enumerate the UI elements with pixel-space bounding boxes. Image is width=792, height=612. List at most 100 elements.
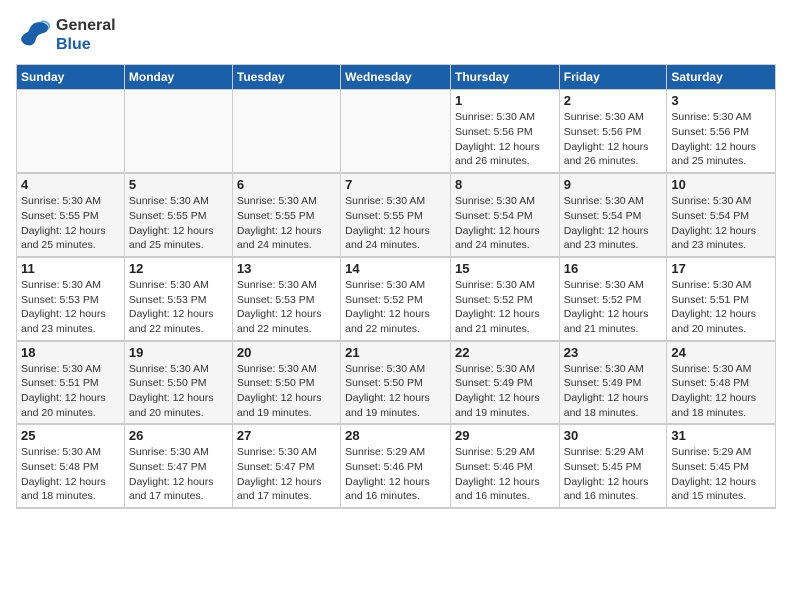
calendar-cell: 31 Sunrise: 5:29 AM Sunset: 5:45 PM Dayli… <box>667 424 776 508</box>
calendar-cell: 14 Sunrise: 5:30 AM Sunset: 5:52 PM Dayli… <box>341 257 451 341</box>
day-info: Sunrise: 5:30 AM Sunset: 5:54 PM Dayligh… <box>564 194 663 253</box>
calendar-cell <box>341 90 451 173</box>
calendar-cell: 2 Sunrise: 5:30 AM Sunset: 5:56 PM Daylig… <box>559 90 667 173</box>
calendar-cell <box>17 90 125 173</box>
day-number: 16 <box>564 261 663 276</box>
calendar-cell: 29 Sunrise: 5:29 AM Sunset: 5:46 PM Dayli… <box>450 424 559 508</box>
calendar-cell: 8 Sunrise: 5:30 AM Sunset: 5:54 PM Daylig… <box>450 173 559 257</box>
logo-icon <box>16 20 52 50</box>
col-header-sunday: Sunday <box>17 65 125 90</box>
day-number: 23 <box>564 345 663 360</box>
day-info: Sunrise: 5:30 AM Sunset: 5:55 PM Dayligh… <box>237 194 336 253</box>
day-info: Sunrise: 5:30 AM Sunset: 5:52 PM Dayligh… <box>564 278 663 337</box>
day-info: Sunrise: 5:30 AM Sunset: 5:49 PM Dayligh… <box>455 362 555 421</box>
day-number: 22 <box>455 345 555 360</box>
calendar-cell: 9 Sunrise: 5:30 AM Sunset: 5:54 PM Daylig… <box>559 173 667 257</box>
calendar-week-2: 4 Sunrise: 5:30 AM Sunset: 5:55 PM Daylig… <box>17 173 776 257</box>
day-info: Sunrise: 5:29 AM Sunset: 5:46 PM Dayligh… <box>455 445 555 504</box>
col-header-wednesday: Wednesday <box>341 65 451 90</box>
day-info: Sunrise: 5:30 AM Sunset: 5:53 PM Dayligh… <box>129 278 228 337</box>
col-header-friday: Friday <box>559 65 667 90</box>
day-info: Sunrise: 5:30 AM Sunset: 5:53 PM Dayligh… <box>21 278 120 337</box>
day-info: Sunrise: 5:30 AM Sunset: 5:47 PM Dayligh… <box>237 445 336 504</box>
calendar-cell: 28 Sunrise: 5:29 AM Sunset: 5:46 PM Dayli… <box>341 424 451 508</box>
day-info: Sunrise: 5:29 AM Sunset: 5:45 PM Dayligh… <box>671 445 771 504</box>
day-info: Sunrise: 5:30 AM Sunset: 5:51 PM Dayligh… <box>21 362 120 421</box>
day-number: 15 <box>455 261 555 276</box>
calendar-cell: 26Sunrise: 5:30 AM Sunset: 5:47 PM Dayli… <box>124 424 232 508</box>
calendar-cell: 13Sunrise: 5:30 AM Sunset: 5:53 PM Dayli… <box>232 257 340 341</box>
day-info: Sunrise: 5:30 AM Sunset: 5:54 PM Dayligh… <box>671 194 771 253</box>
logo: General Blue <box>16 16 116 54</box>
day-info: Sunrise: 5:30 AM Sunset: 5:47 PM Dayligh… <box>129 445 228 504</box>
calendar-cell: 23 Sunrise: 5:30 AM Sunset: 5:49 PM Dayli… <box>559 341 667 425</box>
calendar-cell: 19 Sunrise: 5:30 AM Sunset: 5:50 PM Dayli… <box>124 341 232 425</box>
day-number: 17 <box>671 261 771 276</box>
calendar-cell: 5 Sunrise: 5:30 AM Sunset: 5:55 PM Daylig… <box>124 173 232 257</box>
calendar-cell: 30Sunrise: 5:29 AM Sunset: 5:45 PM Dayli… <box>559 424 667 508</box>
calendar-cell: 4 Sunrise: 5:30 AM Sunset: 5:55 PM Daylig… <box>17 173 125 257</box>
col-header-saturday: Saturday <box>667 65 776 90</box>
col-header-thursday: Thursday <box>450 65 559 90</box>
day-number: 28 <box>345 428 446 443</box>
calendar-cell: 22 Sunrise: 5:30 AM Sunset: 5:49 PM Dayli… <box>450 341 559 425</box>
page-header: General Blue <box>16 16 776 54</box>
day-info: Sunrise: 5:30 AM Sunset: 5:52 PM Dayligh… <box>345 278 446 337</box>
day-info: Sunrise: 5:30 AM Sunset: 5:53 PM Dayligh… <box>237 278 336 337</box>
calendar-week-4: 18 Sunrise: 5:30 AM Sunset: 5:51 PM Dayli… <box>17 341 776 425</box>
day-number: 5 <box>129 177 228 192</box>
calendar-cell: 12 Sunrise: 5:30 AM Sunset: 5:53 PM Dayli… <box>124 257 232 341</box>
calendar-cell: 25Sunrise: 5:30 AM Sunset: 5:48 PM Dayli… <box>17 424 125 508</box>
day-number: 29 <box>455 428 555 443</box>
day-info: Sunrise: 5:30 AM Sunset: 5:55 PM Dayligh… <box>129 194 228 253</box>
day-number: 8 <box>455 177 555 192</box>
calendar-cell: 24Sunrise: 5:30 AM Sunset: 5:48 PM Dayli… <box>667 341 776 425</box>
day-info: Sunrise: 5:30 AM Sunset: 5:50 PM Dayligh… <box>237 362 336 421</box>
day-number: 7 <box>345 177 446 192</box>
day-info: Sunrise: 5:30 AM Sunset: 5:48 PM Dayligh… <box>21 445 120 504</box>
day-number: 20 <box>237 345 336 360</box>
col-header-monday: Monday <box>124 65 232 90</box>
day-info: Sunrise: 5:30 AM Sunset: 5:56 PM Dayligh… <box>564 110 663 169</box>
calendar-cell: 1 Sunrise: 5:30 AM Sunset: 5:56 PM Daylig… <box>450 90 559 173</box>
day-number: 31 <box>671 428 771 443</box>
day-info: Sunrise: 5:30 AM Sunset: 5:50 PM Dayligh… <box>129 362 228 421</box>
calendar-cell: 21Sunrise: 5:30 AM Sunset: 5:50 PM Dayli… <box>341 341 451 425</box>
calendar-week-3: 11 Sunrise: 5:30 AM Sunset: 5:53 PM Dayli… <box>17 257 776 341</box>
calendar-cell: 3 Sunrise: 5:30 AM Sunset: 5:56 PM Daylig… <box>667 90 776 173</box>
day-info: Sunrise: 5:29 AM Sunset: 5:46 PM Dayligh… <box>345 445 446 504</box>
day-number: 3 <box>671 93 771 108</box>
day-number: 2 <box>564 93 663 108</box>
calendar-cell: 6 Sunrise: 5:30 AM Sunset: 5:55 PM Daylig… <box>232 173 340 257</box>
calendar-cell: 10 Sunrise: 5:30 AM Sunset: 5:54 PM Dayli… <box>667 173 776 257</box>
day-number: 6 <box>237 177 336 192</box>
day-info: Sunrise: 5:30 AM Sunset: 5:51 PM Dayligh… <box>671 278 771 337</box>
day-number: 18 <box>21 345 120 360</box>
day-info: Sunrise: 5:30 AM Sunset: 5:54 PM Dayligh… <box>455 194 555 253</box>
day-number: 12 <box>129 261 228 276</box>
day-info: Sunrise: 5:30 AM Sunset: 5:52 PM Dayligh… <box>455 278 555 337</box>
calendar-cell: 7Sunrise: 5:30 AM Sunset: 5:55 PM Daylig… <box>341 173 451 257</box>
day-number: 10 <box>671 177 771 192</box>
day-number: 14 <box>345 261 446 276</box>
day-number: 9 <box>564 177 663 192</box>
calendar-week-1: 1 Sunrise: 5:30 AM Sunset: 5:56 PM Daylig… <box>17 90 776 173</box>
day-number: 1 <box>455 93 555 108</box>
calendar-cell: 15 Sunrise: 5:30 AM Sunset: 5:52 PM Dayli… <box>450 257 559 341</box>
day-info: Sunrise: 5:30 AM Sunset: 5:55 PM Dayligh… <box>21 194 120 253</box>
calendar-cell <box>232 90 340 173</box>
day-number: 24 <box>671 345 771 360</box>
day-number: 27 <box>237 428 336 443</box>
day-info: Sunrise: 5:30 AM Sunset: 5:56 PM Dayligh… <box>671 110 771 169</box>
day-info: Sunrise: 5:30 AM Sunset: 5:49 PM Dayligh… <box>564 362 663 421</box>
day-number: 30 <box>564 428 663 443</box>
calendar-table: SundayMondayTuesdayWednesdayThursdayFrid… <box>16 64 776 509</box>
day-info: Sunrise: 5:30 AM Sunset: 5:56 PM Dayligh… <box>455 110 555 169</box>
day-number: 4 <box>21 177 120 192</box>
day-number: 11 <box>21 261 120 276</box>
calendar-cell <box>124 90 232 173</box>
calendar-cell: 18 Sunrise: 5:30 AM Sunset: 5:51 PM Dayli… <box>17 341 125 425</box>
calendar-week-5: 25Sunrise: 5:30 AM Sunset: 5:48 PM Dayli… <box>17 424 776 508</box>
calendar-cell: 27 Sunrise: 5:30 AM Sunset: 5:47 PM Dayli… <box>232 424 340 508</box>
day-number: 19 <box>129 345 228 360</box>
